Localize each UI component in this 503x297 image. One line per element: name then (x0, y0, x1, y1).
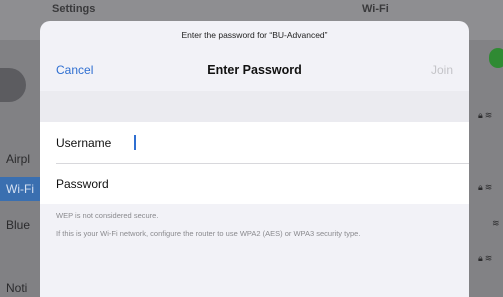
sheet-nav-bar: Enter Password Cancel Join (40, 51, 469, 91)
join-button[interactable]: Join (431, 63, 453, 77)
lock-wifi-icon: 🔒︎≋ (478, 182, 495, 192)
lock-wifi-icon: 🔒︎≋ (478, 110, 495, 120)
password-sheet: Enter the password for “BU-Advanced” Ent… (40, 21, 469, 297)
cancel-button[interactable]: Cancel (56, 63, 93, 77)
wifi-title: Wi-Fi (362, 3, 389, 15)
credentials-group: Username Password (40, 122, 469, 204)
wifi-icon: ≋ (492, 218, 502, 228)
sidebar-item-notifications[interactable]: Noti (0, 280, 40, 296)
username-label: Username (56, 135, 112, 150)
password-row[interactable]: Password (40, 163, 469, 204)
sidebar-item-bluetooth[interactable]: Blue (0, 216, 40, 234)
sheet-title: Enter Password (207, 63, 302, 77)
wep-warning: WEP is not considered secure. (56, 211, 159, 220)
security-footer: WEP is not considered secure. If this is… (56, 211, 456, 239)
password-label: Password (56, 176, 109, 191)
wifi-toggle[interactable] (489, 48, 503, 68)
username-field[interactable] (135, 135, 436, 150)
lock-wifi-icon: 🔒︎≋ (478, 253, 495, 263)
password-field[interactable] (134, 176, 434, 191)
password-prompt: Enter the password for “BU-Advanced” (181, 30, 328, 40)
settings-title: Settings (52, 3, 96, 15)
sidebar-item-wifi[interactable]: Wi-Fi (0, 177, 40, 201)
username-row[interactable]: Username (40, 122, 469, 163)
router-advice: If this is your Wi-Fi network, configure… (56, 229, 361, 238)
sidebar-item-airplane[interactable]: Airpl (0, 150, 40, 168)
